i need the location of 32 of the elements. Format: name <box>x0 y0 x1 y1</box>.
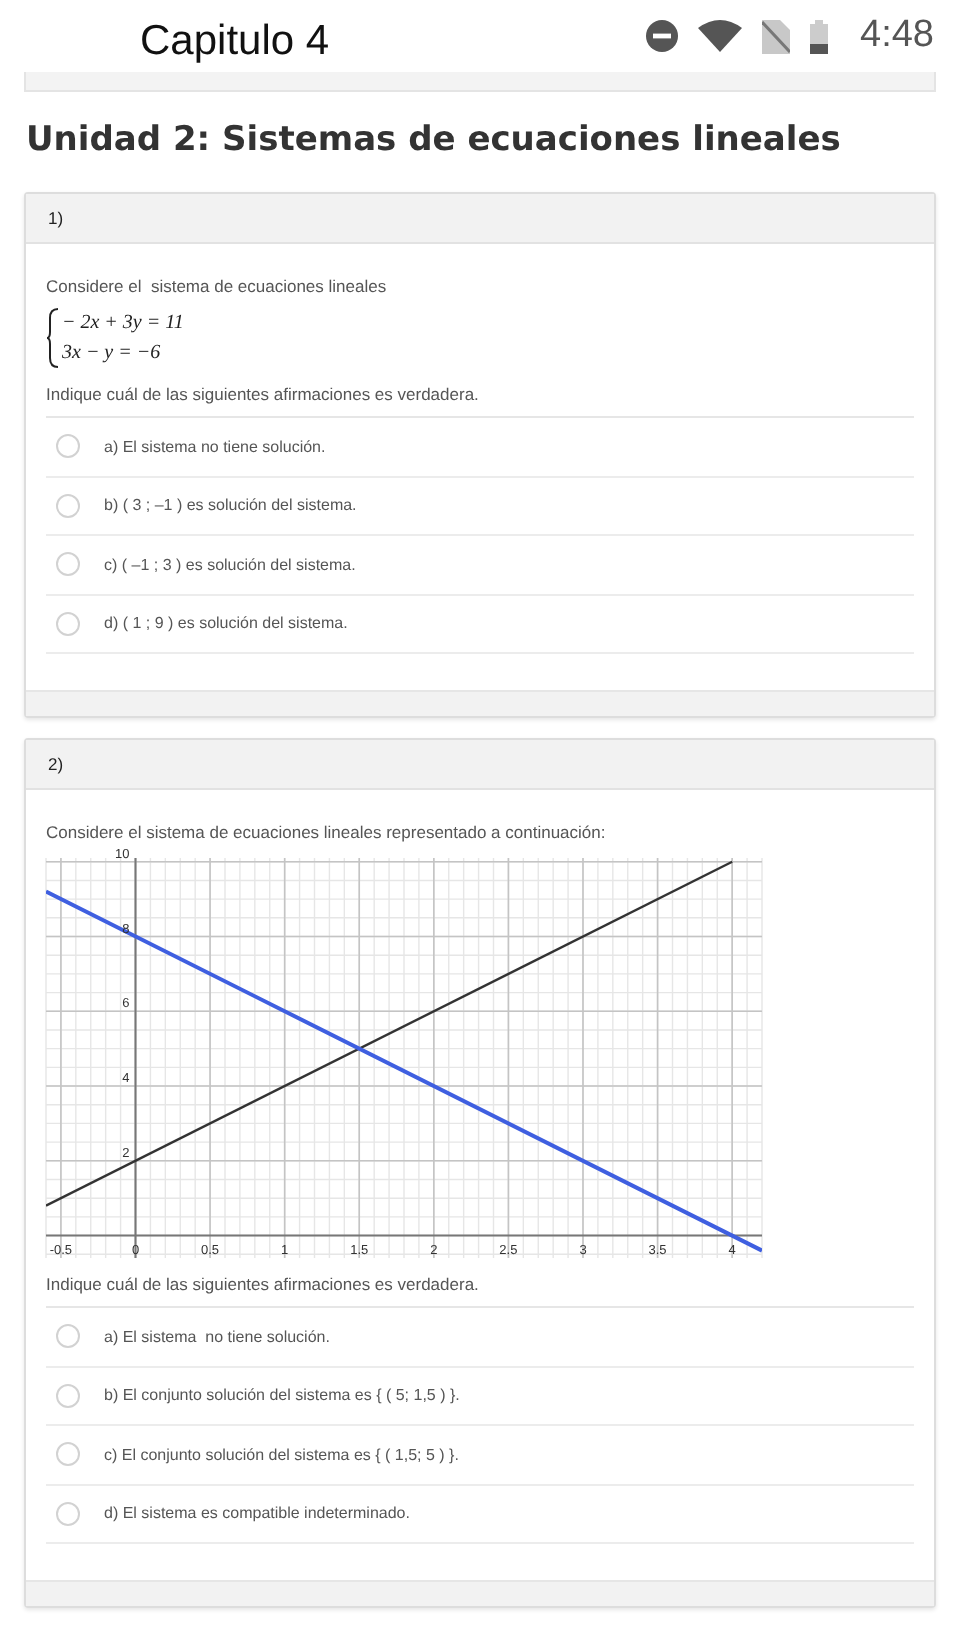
battery-icon <box>810 19 829 53</box>
clock-time: 4:48 <box>860 14 934 58</box>
equation: 3x − y = −6 <box>62 340 163 368</box>
option-label[interactable]: c) El conjunto solución del sistema es { ( 1,5; 5 ) }. <box>104 1445 459 1464</box>
radio-button[interactable] <box>56 552 80 577</box>
instruction-text: Indique cuál de las siguientes afirmaciones es verdadera. <box>46 384 914 418</box>
question-text: Considere el sistema de ecuaciones lineales representado a continuación: <box>46 822 608 842</box>
radio-button[interactable] <box>56 1442 80 1467</box>
unit-heading: Unidad 2: Sistemas de ecuaciones lineales <box>26 120 843 160</box>
radio-button[interactable] <box>56 1383 80 1408</box>
option-label[interactable]: b) El conjunto solución del sistema es { ( 5; 1,5 ) }. <box>104 1386 460 1405</box>
radio-button[interactable] <box>56 1324 80 1349</box>
question-number: 1) <box>48 208 64 228</box>
option-label[interactable]: b) ( 3 ; –1 ) es solución del sistema. <box>104 496 357 515</box>
instruction-text: Indique cuál de las siguientes afirmaciones es verdadera. <box>46 1274 914 1308</box>
option-label[interactable]: a) El sistema no tiene solución. <box>104 437 326 456</box>
equation: − 2x + 3y = 11 <box>62 310 184 338</box>
radio-button[interactable] <box>56 611 80 636</box>
question-number: 2) <box>48 754 64 774</box>
radio-button[interactable] <box>56 1501 80 1526</box>
question-text: Considere el sistema de ecuaciones lineales <box>46 276 389 296</box>
app-title: Capitulo 4 <box>140 16 330 66</box>
option-label[interactable]: c) ( –1 ; 3 ) es solución del sistema. <box>104 555 356 574</box>
brace-icon <box>46 308 60 368</box>
option-label[interactable]: d) ( 1 ; 9 ) es solución del sistema. <box>104 614 348 633</box>
option-label[interactable]: d) El sistema es compatible indeterminado. <box>104 1504 410 1523</box>
no-sim-icon <box>762 19 791 53</box>
radio-button[interactable] <box>56 493 80 518</box>
option-label[interactable]: a) El sistema no tiene solución. <box>104 1327 330 1346</box>
radio-button[interactable] <box>56 434 80 459</box>
do-not-disturb-icon <box>646 20 679 52</box>
wifi-icon <box>698 20 743 52</box>
